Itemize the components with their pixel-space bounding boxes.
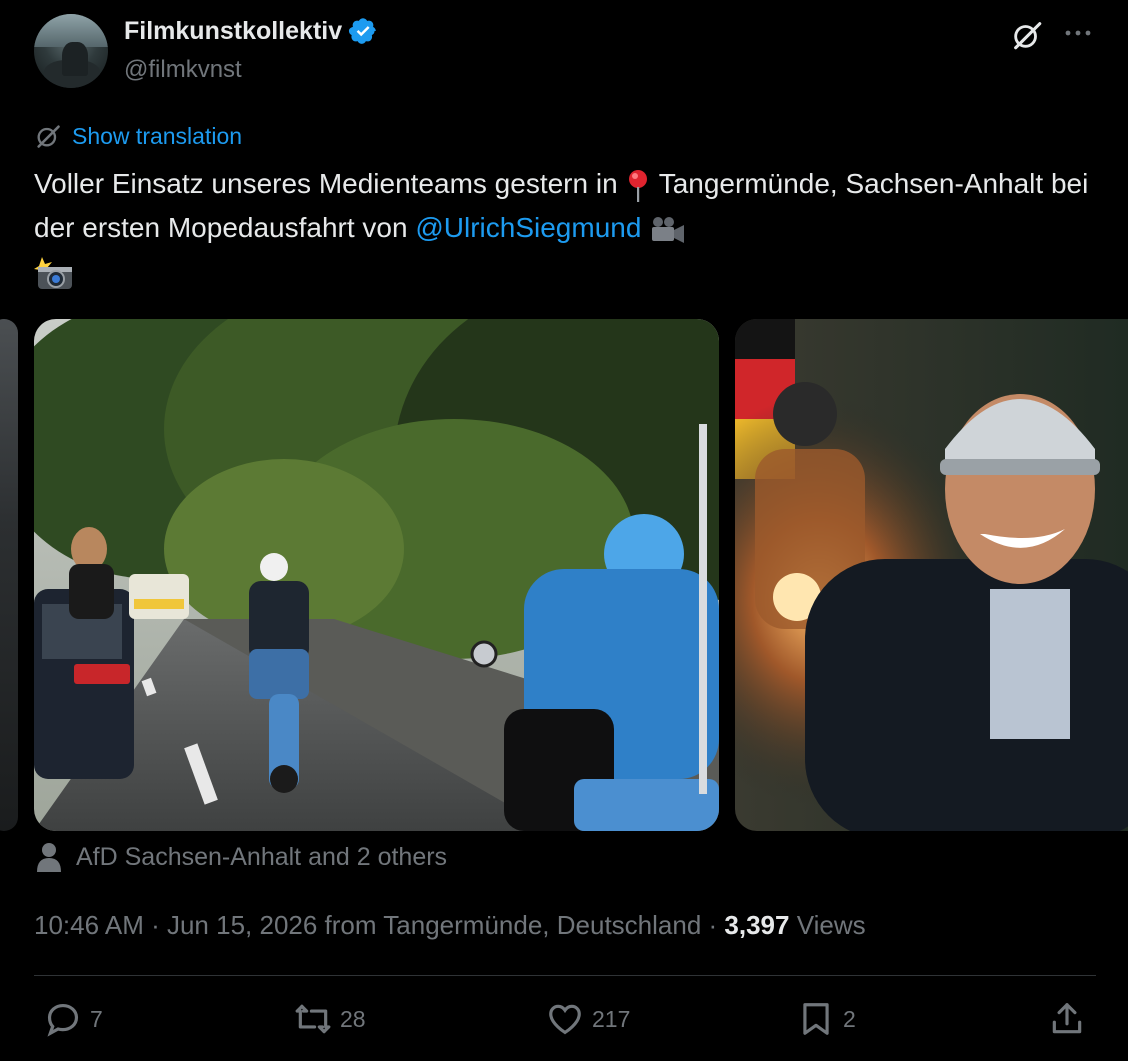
tweet-date[interactable]: Jun 15, 2026 bbox=[167, 910, 317, 941]
reply-button[interactable]: 7 bbox=[44, 1000, 103, 1038]
tweet-time[interactable]: 10:46 AM bbox=[34, 910, 144, 941]
tagged-people[interactable]: AfD Sachsen-Anhalt and 2 others bbox=[36, 842, 447, 872]
tweet-meta: 10:46 AM · Jun 15, 2026 from Tangermünde… bbox=[34, 910, 866, 941]
grok-icon[interactable] bbox=[1010, 18, 1044, 52]
mention-link[interactable]: @UlrichSiegmund bbox=[415, 212, 641, 243]
views-count: 3,397 bbox=[724, 910, 790, 940]
bookmark-button[interactable]: 2 bbox=[797, 1000, 856, 1038]
views-label: Views bbox=[789, 910, 866, 940]
meta-separator: · bbox=[143, 910, 167, 940]
verified-badge-icon bbox=[349, 18, 376, 44]
heart-icon bbox=[549, 1004, 581, 1035]
tweet-text: Voller Einsatz unseres Medienteams geste… bbox=[34, 162, 1094, 294]
person-icon bbox=[37, 843, 61, 872]
share-icon bbox=[1052, 1003, 1082, 1034]
repost-count: 28 bbox=[340, 1005, 366, 1032]
bookmark-icon bbox=[803, 1003, 829, 1035]
avatar[interactable] bbox=[34, 14, 108, 88]
share-button[interactable] bbox=[1048, 1000, 1086, 1038]
show-translation-label[interactable]: Show translation bbox=[72, 123, 242, 150]
bookmark-count: 2 bbox=[843, 1005, 856, 1032]
author-name-row[interactable]: Filmkunstkollektiv bbox=[124, 16, 378, 46]
divider bbox=[34, 975, 1096, 976]
camera-with-flash-icon bbox=[34, 256, 72, 289]
round-pushpin-icon bbox=[629, 169, 648, 202]
tweet-photo-2[interactable] bbox=[735, 319, 1128, 831]
movie-camera-icon bbox=[652, 216, 685, 243]
tweet-photo-1[interactable] bbox=[34, 319, 719, 831]
tagged-label[interactable]: AfD Sachsen-Anhalt and 2 others bbox=[76, 843, 447, 872]
reply-count: 7 bbox=[90, 1005, 103, 1032]
tweet-text-part1: Voller Einsatz unseres Medienteams geste… bbox=[34, 168, 626, 199]
photo-smiling-rider bbox=[735, 319, 1128, 831]
repost-button[interactable]: 28 bbox=[294, 1000, 366, 1038]
like-button[interactable]: 217 bbox=[546, 1000, 630, 1038]
previous-image-edge[interactable] bbox=[0, 319, 18, 831]
repost-icon bbox=[295, 1004, 331, 1034]
author-name[interactable]: Filmkunstkollektiv bbox=[124, 17, 342, 46]
show-translation[interactable]: Show translation bbox=[34, 122, 242, 150]
author-handle[interactable]: @filmkvnst bbox=[124, 56, 242, 84]
more-options-icon[interactable] bbox=[1062, 22, 1094, 44]
tweet-location: from Tangermünde, Deutschland bbox=[317, 910, 702, 940]
meta-separator-2: · bbox=[701, 910, 725, 940]
translate-icon bbox=[37, 125, 60, 148]
like-count: 217 bbox=[592, 1005, 631, 1032]
reply-icon bbox=[47, 1003, 79, 1037]
photo-road-scene bbox=[34, 319, 719, 831]
